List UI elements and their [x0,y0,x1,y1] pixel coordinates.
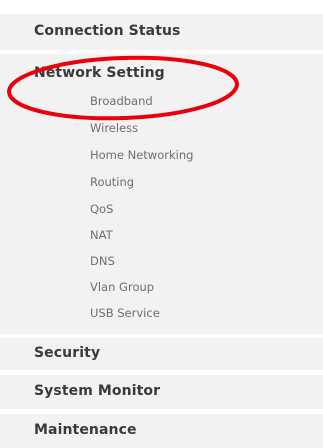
menu-item-broadband[interactable]: Broadband [90,94,153,108]
section-label-maintenance: Maintenance [34,422,137,438]
section-connection-status[interactable]: Connection Status [0,14,323,50]
menu-item-wireless[interactable]: Wireless [90,121,138,135]
section-system-monitor[interactable]: System Monitor [0,375,323,409]
menu-item-home-networking[interactable]: Home Networking [90,148,193,162]
section-network-setting[interactable]: Network Setting Broadband Wireless Home … [0,54,323,334]
menu-item-routing[interactable]: Routing [90,175,134,189]
section-label-system-monitor: System Monitor [34,383,161,399]
menu-item-vlan-group[interactable]: Vlan Group [90,280,154,294]
menu-item-nat[interactable]: NAT [90,228,113,242]
section-label-connection-status: Connection Status [34,23,181,39]
section-label-security: Security [34,345,101,361]
sidebar-nav: Connection Status Network Setting Broadb… [0,0,323,448]
menu-item-dns[interactable]: DNS [90,254,115,268]
section-label-network-setting: Network Setting [34,65,165,81]
section-maintenance[interactable]: Maintenance [0,414,323,448]
menu-item-usb-service[interactable]: USB Service [90,306,160,320]
menu-item-qos[interactable]: QoS [90,202,113,216]
section-security[interactable]: Security [0,338,323,370]
